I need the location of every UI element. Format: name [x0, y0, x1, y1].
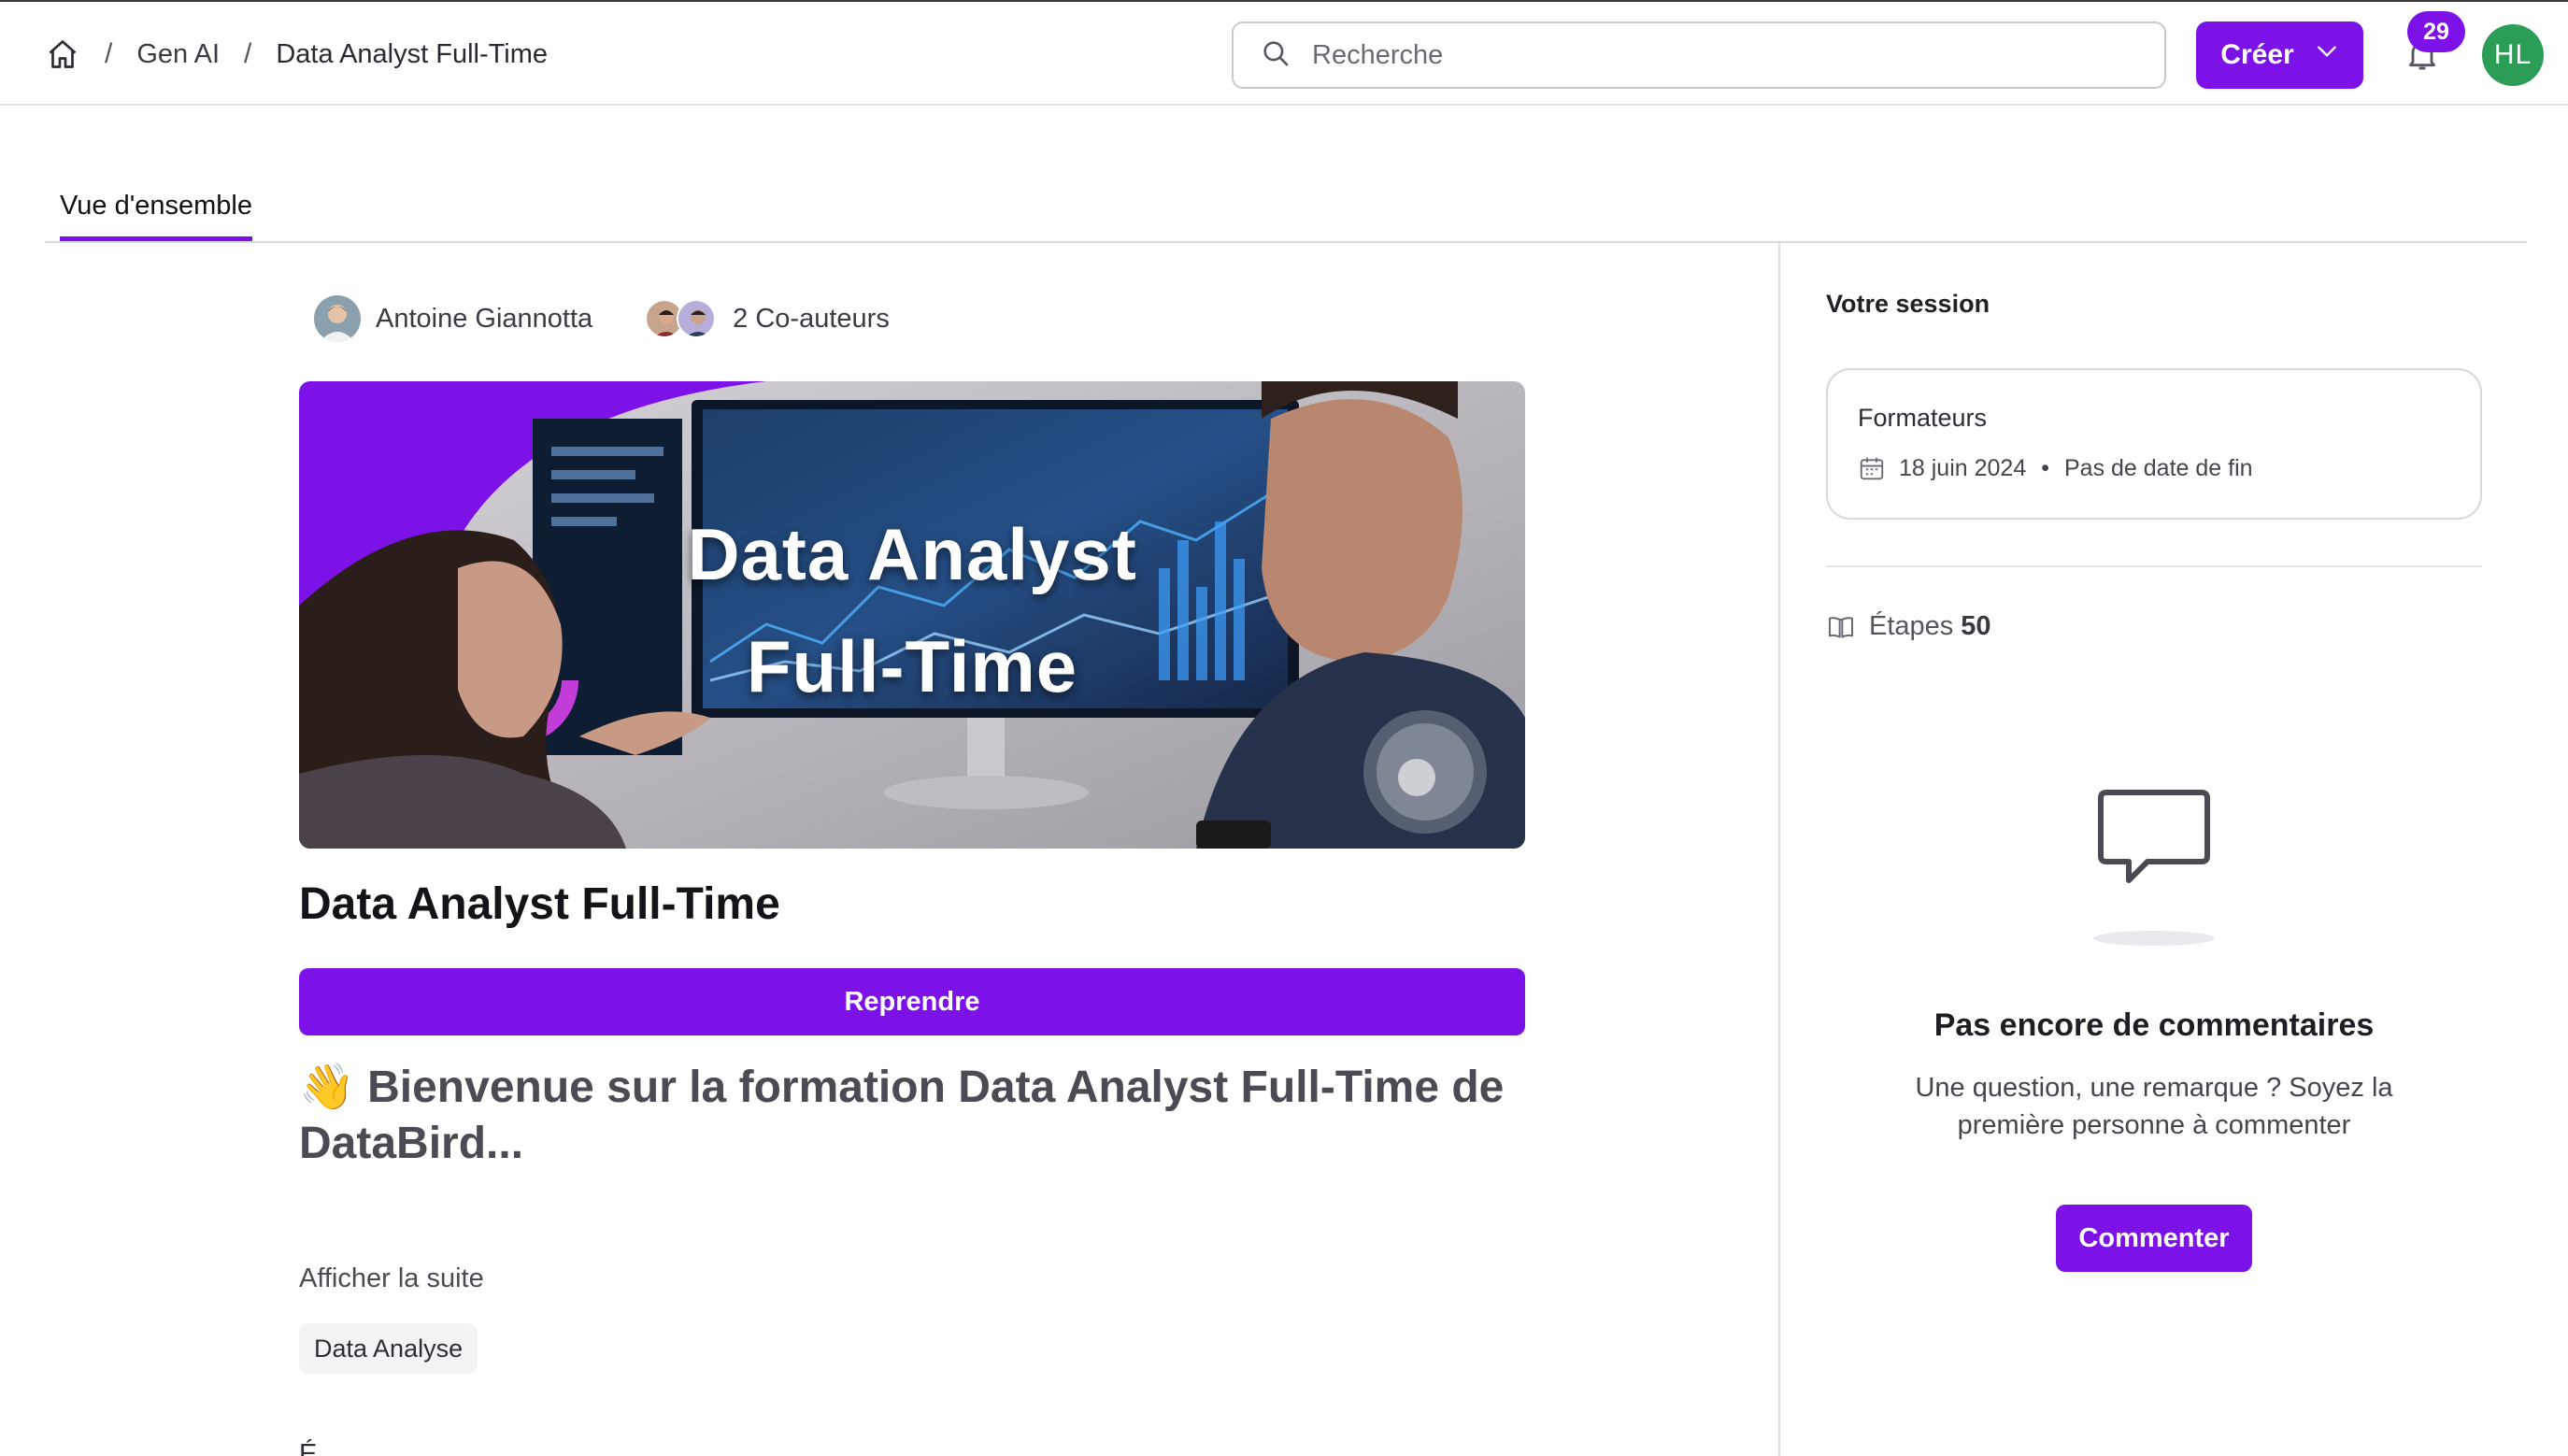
empty-comments-title: Pas encore de commentaires	[1933, 1007, 2375, 1043]
session-end-date: Pas de date de fin	[2064, 454, 2253, 481]
top-bar: / Gen AI / Data Analyst Full-Time Créer …	[0, 0, 2568, 106]
course-description: 👋 Bienvenue sur la formation Data Analys…	[299, 1060, 1542, 1172]
user-avatar[interactable]: HL	[2482, 24, 2544, 86]
search-icon	[1260, 37, 1291, 74]
resume-button[interactable]: Reprendre	[299, 968, 1525, 1035]
calendar-icon	[1858, 454, 1886, 482]
breadcrumb: / Gen AI / Data Analyst Full-Time	[45, 34, 548, 75]
comment-bubble-icon	[2093, 785, 2215, 892]
authors-row: Antoine Giannotta 2 Co-auteurs	[314, 295, 890, 342]
session-card[interactable]: Formateurs 18 juin 2024 • Pas de date de…	[1826, 368, 2482, 520]
breadcrumb-separator: /	[105, 38, 113, 69]
coauthor-avatar	[677, 299, 717, 338]
search-input[interactable]	[1312, 39, 2134, 71]
create-button-label: Créer	[2220, 39, 2294, 70]
session-start-date: 18 juin 2024	[1899, 454, 2027, 481]
notification-badge[interactable]: 29	[2407, 11, 2465, 52]
home-icon[interactable]	[45, 36, 80, 72]
truncated-section-heading: É	[299, 1439, 318, 1456]
steps-label: Étapes	[1869, 611, 1954, 641]
tab-bar: Vue d'ensemble	[45, 178, 2527, 243]
tag-data-analyse[interactable]: Data Analyse	[299, 1323, 478, 1374]
empty-state-shadow	[2093, 931, 2215, 946]
steps-count: Étapes 50	[1826, 611, 1991, 642]
banner-title-line1: Data Analyst	[687, 513, 1137, 595]
coauthors[interactable]: 2 Co-auteurs	[645, 299, 890, 338]
session-name: Formateurs	[1858, 404, 1988, 432]
coauthors-label: 2 Co-auteurs	[733, 303, 890, 334]
empty-comments-subtitle: Une question, une remarque ? Soyez la pr…	[1915, 1073, 2393, 1140]
create-button[interactable]: Créer	[2196, 21, 2363, 89]
book-icon	[1826, 612, 1856, 642]
breadcrumb-separator: /	[244, 38, 252, 69]
search-box[interactable]	[1232, 21, 2166, 89]
session-label: Votre session	[1826, 290, 1990, 318]
chevron-down-icon	[2315, 39, 2339, 71]
session-dates: 18 juin 2024 • Pas de date de fin	[1858, 454, 2253, 482]
tab-overview[interactable]: Vue d'ensemble	[60, 191, 252, 241]
author-avatar[interactable]	[314, 295, 361, 342]
waving-hand-emoji: 👋	[299, 1063, 355, 1112]
comment-button[interactable]: Commenter	[2056, 1205, 2252, 1272]
breadcrumb-current-course[interactable]: Data Analyst Full-Time	[276, 39, 548, 70]
separator-dot: •	[2041, 454, 2049, 481]
sidebar-divider	[1826, 565, 2482, 567]
column-divider	[1778, 243, 1780, 1456]
show-more-link[interactable]: Afficher la suite	[299, 1263, 484, 1294]
author-name[interactable]: Antoine Giannotta	[376, 304, 592, 335]
steps-number: 50	[1961, 611, 1991, 641]
course-title: Data Analyst Full-Time	[299, 879, 780, 929]
banner-title-line2: Full-Time	[746, 625, 1078, 707]
course-banner-image[interactable]: Data Analyst Full-Time	[299, 381, 1525, 849]
breadcrumb-gen-ai[interactable]: Gen AI	[136, 39, 220, 70]
course-description-text: Bienvenue sur la formation Data Analyst …	[299, 1063, 1505, 1168]
